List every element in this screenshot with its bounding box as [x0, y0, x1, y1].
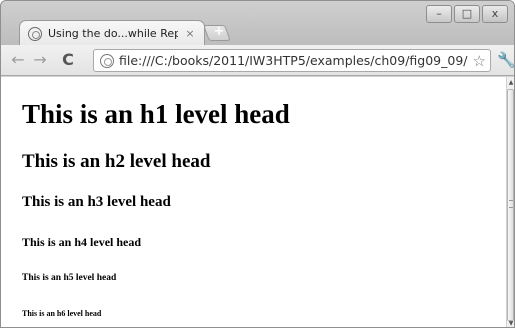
heading-h4: This is an h4 level head: [22, 235, 142, 249]
heading-h6: This is an h6 level head: [22, 309, 102, 318]
wrench-icon[interactable]: 🔧: [497, 50, 514, 70]
tab-close-icon[interactable]: ×: [184, 27, 196, 40]
vertical-scrollbar[interactable]: ▲ ▼: [506, 77, 514, 327]
star-icon[interactable]: ☆: [473, 51, 486, 71]
address-bar[interactable]: file:///C:/books/2011/IW3HTP5/examples/c…: [93, 49, 491, 72]
forward-button[interactable]: →: [31, 50, 49, 70]
tab-active[interactable]: Using the do...while Repetit ×: [19, 20, 205, 46]
grip-icon: [509, 200, 513, 208]
heading-h1: This is an h1 level head: [22, 99, 290, 129]
title-bar: Using the do...while Repetit × + – □ x: [1, 1, 514, 46]
browser-window: Using the do...while Repetit × + – □ x ←…: [0, 0, 515, 328]
heading-h2: This is an h2 level head: [22, 151, 211, 172]
heading-h5: This is an h5 level head: [22, 273, 117, 283]
close-button[interactable]: x: [482, 5, 508, 23]
plus-icon: +: [213, 24, 225, 39]
reload-button[interactable]: C: [59, 50, 77, 70]
page-icon: [100, 53, 114, 68]
page-content: This is an h1 level head This is an h2 l…: [1, 77, 506, 327]
scroll-thumb[interactable]: [507, 89, 514, 321]
page-icon: [28, 26, 42, 41]
browser-toolbar: ← → C file:///C:/books/2011/IW3HTP5/exam…: [1, 45, 514, 76]
scroll-down-icon[interactable]: ▼: [507, 320, 514, 327]
heading-h3: This is an h3 level head: [22, 194, 171, 210]
minimize-button[interactable]: –: [426, 5, 452, 23]
back-button[interactable]: ←: [9, 50, 27, 70]
url-text[interactable]: file:///C:/books/2011/IW3HTP5/examples/c…: [119, 53, 474, 68]
maximize-button[interactable]: □: [454, 5, 480, 23]
window-controls: – □ x: [426, 5, 508, 23]
tab-title: Using the do...while Repetit: [48, 27, 178, 40]
scroll-up-icon[interactable]: ▲: [507, 79, 514, 87]
